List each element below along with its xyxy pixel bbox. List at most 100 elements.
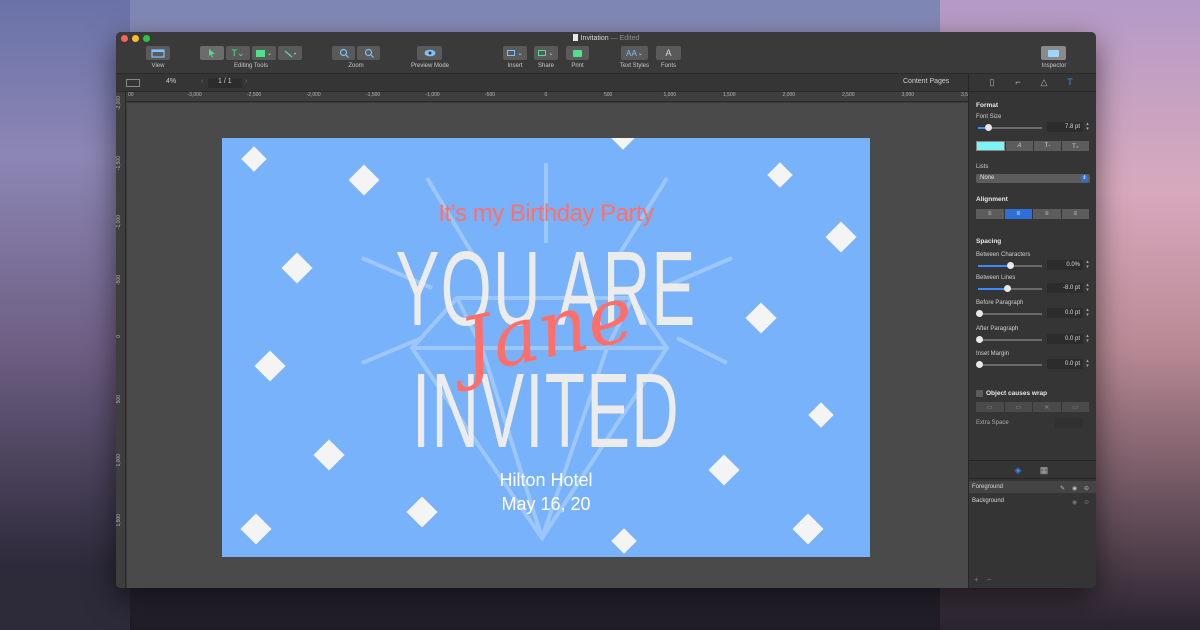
between-characters-stepper[interactable]: ▴ ▾ bbox=[1085, 260, 1090, 270]
alignment-heading: Alignment bbox=[976, 196, 1008, 203]
page-indicator[interactable]: 1 / 1 bbox=[218, 78, 232, 85]
ruler-tick-label: -500 bbox=[485, 92, 496, 98]
between-characters-field[interactable]: 0.0% bbox=[1047, 260, 1083, 270]
rectangle-icon bbox=[255, 49, 265, 57]
alignment-segmented: ≡ ≡ ≡ ≡ bbox=[976, 209, 1089, 219]
text-color-well[interactable] bbox=[976, 141, 1005, 151]
layer-background[interactable]: Background ◉ ⊖ bbox=[969, 495, 1096, 507]
document-icon bbox=[572, 34, 578, 41]
date-text[interactable]: May 16, 20 bbox=[222, 494, 870, 515]
between-characters-slider[interactable] bbox=[978, 262, 1042, 269]
before-paragraph-stepper[interactable]: ▴ ▾ bbox=[1085, 308, 1090, 318]
layers-icon[interactable]: ◈ bbox=[1013, 465, 1023, 475]
wrap-style-segmented: ▭ ▭ ✕ ▭ bbox=[976, 402, 1089, 412]
ruler-tick-label: 2,000 bbox=[782, 92, 796, 98]
document-tab-icon[interactable]: ▯ bbox=[987, 77, 997, 87]
between-lines-field[interactable]: -8.0 pt bbox=[1047, 283, 1083, 293]
fonts-button[interactable]: A bbox=[656, 46, 681, 60]
fonts-icon: A bbox=[665, 48, 672, 58]
before-paragraph-slider[interactable] bbox=[976, 310, 1042, 317]
extra-space-label: Extra Space bbox=[976, 420, 1009, 426]
inset-margin-label: Inset Margin bbox=[976, 351, 1010, 357]
remove-layer-icon[interactable]: − bbox=[987, 575, 992, 584]
arrange-tab-icon[interactable]: ⌐ bbox=[1013, 77, 1023, 87]
before-paragraph-field[interactable]: 0.0 pt bbox=[1047, 308, 1083, 318]
wrap-around-icon[interactable]: ▭ bbox=[1004, 402, 1032, 412]
tagline-text[interactable]: It’s my Birthday Party bbox=[222, 200, 870, 228]
wrap-left-icon[interactable]: ▭ bbox=[976, 402, 1004, 412]
preview-mode-button[interactable] bbox=[417, 46, 442, 60]
eye-icon[interactable]: ◉ bbox=[1072, 483, 1077, 495]
inset-margin-slider[interactable] bbox=[976, 361, 1042, 368]
horizontal-ruler: 00 -3,000 -2,500 -2,000 -1,500 -1,000 -500 0 500… bbox=[126, 92, 974, 102]
font-size-field[interactable]: 7.8 pt bbox=[1047, 122, 1083, 132]
select-tool-button[interactable] bbox=[200, 46, 224, 60]
inspector-button[interactable] bbox=[1041, 46, 1066, 60]
ruler-tick-label: 1,000 bbox=[116, 454, 122, 467]
layer-foreground[interactable]: Foreground ✎ ◉ ⊖ bbox=[969, 481, 1096, 493]
zoom-in-icon bbox=[364, 48, 374, 58]
text-styles-icon: AA bbox=[626, 48, 637, 58]
zoom-level[interactable]: 4% bbox=[166, 78, 176, 85]
inset-margin-stepper[interactable]: ▴ ▾ bbox=[1085, 359, 1090, 369]
align-left-icon[interactable]: ≡ bbox=[976, 209, 1004, 219]
lists-select[interactable]: None ⇕ bbox=[976, 174, 1090, 183]
extra-space-field[interactable] bbox=[1055, 418, 1083, 428]
text-tool-button[interactable]: T⌄ bbox=[226, 46, 250, 60]
after-paragraph-field[interactable]: 0.0 pt bbox=[1047, 334, 1083, 344]
align-center-icon[interactable]: ≡ bbox=[1004, 209, 1032, 219]
align-justify-icon[interactable]: ≡ bbox=[1061, 209, 1089, 219]
between-lines-label: Between Lines bbox=[976, 275, 1016, 281]
object-wrap-label: Object causes wrap bbox=[986, 390, 1048, 397]
wrap-both-icon[interactable]: ✕ bbox=[1033, 402, 1061, 412]
zoom-out-button[interactable] bbox=[332, 46, 355, 60]
ruler-tick-label: 1,500 bbox=[116, 513, 122, 527]
between-lines-stepper[interactable]: ▴ ▾ bbox=[1085, 283, 1090, 293]
prev-page-icon[interactable]: ‹ bbox=[201, 78, 203, 85]
shape-tool-button[interactable]: ⌄ bbox=[252, 46, 276, 60]
style-tab-icon[interactable]: △ bbox=[1039, 77, 1049, 87]
zoom-in-button[interactable] bbox=[357, 46, 380, 60]
object-wrap-checkbox[interactable] bbox=[976, 390, 983, 397]
pencil-icon[interactable]: ✎ bbox=[1060, 483, 1065, 495]
subscript-button[interactable]: T₊ bbox=[1062, 141, 1089, 151]
ruler-tick-label: -1,500 bbox=[116, 155, 122, 170]
after-paragraph-stepper[interactable]: ▴ ▾ bbox=[1085, 334, 1090, 344]
view-button[interactable] bbox=[146, 46, 170, 60]
superscript-button[interactable]: T‐ bbox=[1034, 141, 1061, 151]
font-size-stepper[interactable]: ▴ ▾ bbox=[1085, 122, 1090, 132]
inset-margin-field[interactable]: 0.0 pt bbox=[1047, 359, 1083, 369]
venue-text[interactable]: Hilton Hotel bbox=[222, 470, 870, 491]
ruler-tick-label: -2,000 bbox=[116, 96, 122, 111]
share-button[interactable]: ⌄ bbox=[534, 46, 558, 60]
titlebar: Invitation — Edited View T⌄ ⌄ Editing To… bbox=[116, 32, 1096, 74]
print-button[interactable] bbox=[566, 46, 589, 60]
ruler-tick-label: 00 bbox=[128, 92, 134, 98]
ruler-tick-label: -1,000 bbox=[116, 215, 122, 230]
ruler-tick-label: 500 bbox=[116, 394, 122, 403]
after-paragraph-slider[interactable] bbox=[976, 336, 1042, 343]
eye-icon[interactable]: ◉ bbox=[1072, 497, 1077, 509]
line-tool-button[interactable] bbox=[278, 46, 302, 60]
italic-button[interactable]: A bbox=[1006, 141, 1033, 151]
grid-icon[interactable]: ▦ bbox=[1039, 465, 1049, 475]
text-styles-button[interactable]: AA ⌄ bbox=[621, 46, 648, 60]
insert-button[interactable]: ⌄ bbox=[503, 46, 527, 60]
ruler-tick-label: -3,000 bbox=[187, 92, 202, 98]
invitation-page[interactable]: It’s my Birthday Party YOU ARE INVITED J… bbox=[222, 138, 870, 557]
ruler-tick-label: 2,500 bbox=[842, 92, 855, 98]
next-page-icon[interactable]: › bbox=[245, 78, 247, 85]
thumbnail-toggle-icon[interactable] bbox=[126, 79, 140, 87]
after-paragraph-label: After Paragraph bbox=[976, 326, 1019, 332]
wrap-right-icon[interactable]: ▭ bbox=[1061, 402, 1089, 412]
add-layer-icon[interactable]: + bbox=[974, 575, 979, 584]
text-tab-icon[interactable]: T bbox=[1065, 77, 1075, 87]
font-size-slider[interactable] bbox=[978, 124, 1042, 131]
share-icon bbox=[538, 50, 547, 56]
arrow-pointer-icon bbox=[209, 49, 215, 58]
between-lines-slider[interactable] bbox=[978, 285, 1042, 292]
align-right-icon[interactable]: ≡ bbox=[1033, 209, 1061, 219]
lock-icon[interactable]: ⊖ bbox=[1084, 483, 1089, 495]
lock-icon[interactable]: ⊖ bbox=[1084, 497, 1089, 509]
content-pages-selector[interactable]: Content Pages bbox=[903, 78, 949, 85]
